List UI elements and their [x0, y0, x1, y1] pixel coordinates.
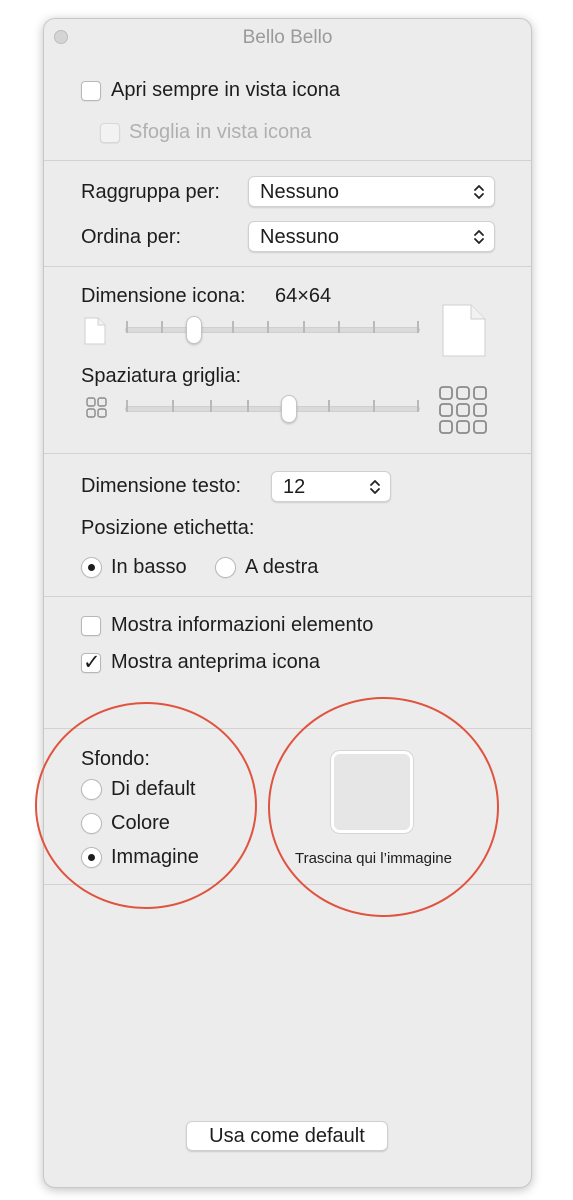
grid-spacing-slider[interactable]	[125, 394, 420, 424]
text-size-select[interactable]: 12	[271, 471, 391, 502]
large-document-icon	[442, 304, 486, 357]
grid-spacing-slider-knob[interactable]	[281, 395, 297, 423]
show-item-info-label: Mostra informazioni elemento	[111, 614, 374, 636]
radio-right-label: A destra	[245, 556, 319, 578]
always-icon-view-checkbox[interactable]	[81, 81, 101, 101]
separator	[44, 160, 531, 161]
browse-icon-view-label: Sfoglia in vista icona	[129, 121, 312, 143]
use-as-default-button[interactable]: Usa come default	[186, 1121, 388, 1151]
radio-background-color[interactable]	[81, 813, 102, 834]
slider-track	[125, 327, 420, 333]
slider-tick	[210, 400, 212, 412]
icon-size-value: 64×64	[275, 285, 332, 307]
group-by-value: Nessuno	[260, 181, 339, 203]
radio-background-image-label: Immagine	[111, 846, 199, 868]
show-icon-preview-checkbox[interactable]: ✓	[81, 650, 101, 674]
chevron-up-down-icon	[370, 480, 380, 494]
label-position-label: Posizione etichetta:	[81, 517, 255, 539]
slider-tick	[126, 400, 128, 412]
small-document-icon	[84, 317, 106, 345]
group-by-select[interactable]: Nessuno	[248, 176, 495, 207]
slider-tick	[303, 321, 305, 333]
text-size-value: 12	[283, 476, 306, 498]
slider-tick	[373, 400, 375, 412]
image-drop-well[interactable]	[331, 751, 413, 833]
radio-selected-dot	[88, 854, 95, 861]
slider-tick	[373, 321, 375, 333]
slider-tick	[161, 321, 163, 333]
separator	[44, 728, 531, 729]
slider-tick	[247, 400, 249, 412]
radio-background-default-label: Di default	[111, 778, 196, 800]
show-item-info-checkbox[interactable]	[81, 616, 101, 636]
slider-track	[125, 406, 420, 412]
text-size-label: Dimensione testo:	[81, 475, 242, 497]
view-options-window: Bello Bello Apri sempre in vista icona S…	[43, 18, 532, 1188]
show-icon-preview-label: Mostra anteprima icona	[111, 651, 320, 673]
icon-size-slider[interactable]	[125, 315, 420, 345]
radio-background-default[interactable]	[81, 779, 102, 800]
window-title: Bello Bello	[242, 27, 333, 48]
always-icon-view-label: Apri sempre in vista icona	[111, 79, 340, 101]
slider-tick	[328, 400, 330, 412]
radio-background-image[interactable]	[81, 847, 102, 868]
checkmark-icon: ✓	[83, 650, 101, 674]
small-grid-icon	[86, 397, 107, 418]
slider-tick	[172, 400, 174, 412]
radio-right[interactable]	[215, 557, 236, 578]
separator	[44, 453, 531, 454]
separator	[44, 884, 531, 885]
large-grid-icon	[439, 386, 487, 434]
slider-tick	[267, 321, 269, 333]
slider-tick	[417, 400, 419, 412]
sort-by-label: Ordina per:	[81, 226, 182, 248]
slider-tick	[126, 321, 128, 333]
group-by-label: Raggruppa per:	[81, 181, 220, 203]
sort-by-select[interactable]: Nessuno	[248, 221, 495, 252]
separator	[44, 266, 531, 267]
sort-by-value: Nessuno	[260, 226, 339, 248]
slider-tick	[417, 321, 419, 333]
browse-icon-view-checkbox[interactable]	[100, 123, 120, 143]
chevron-up-down-icon	[474, 230, 484, 244]
radio-bottom[interactable]	[81, 557, 102, 578]
drop-hint-label: Trascina qui l’immagine	[294, 850, 452, 867]
radio-background-color-label: Colore	[111, 812, 170, 834]
icon-size-label: Dimensione icona:	[81, 285, 246, 307]
grid-spacing-label: Spaziatura griglia:	[81, 365, 242, 387]
slider-tick	[338, 321, 340, 333]
title-bar: Bello Bello	[44, 19, 531, 56]
icon-size-slider-knob[interactable]	[186, 316, 202, 344]
radio-selected-dot	[88, 564, 95, 571]
radio-bottom-label: In basso	[111, 556, 187, 578]
slider-tick	[232, 321, 234, 333]
chevron-up-down-icon	[474, 185, 484, 199]
background-label: Sfondo:	[81, 748, 150, 770]
separator	[44, 596, 531, 597]
